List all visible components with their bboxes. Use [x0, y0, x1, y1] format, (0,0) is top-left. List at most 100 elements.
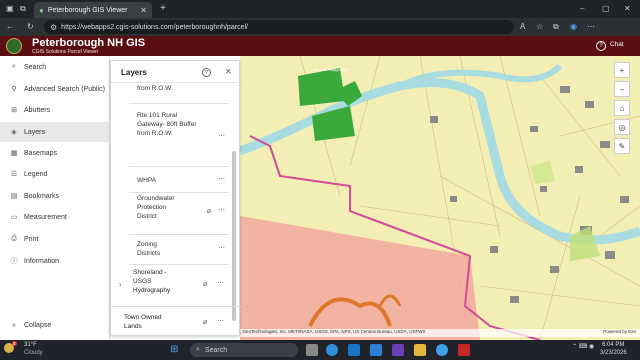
app-subtitle: CGIS Solutions Parcel Viewer — [32, 49, 99, 55]
acrobat-icon[interactable] — [458, 344, 470, 356]
locate-button[interactable]: ◎ — [614, 119, 630, 135]
file-explorer-icon[interactable] — [414, 344, 426, 356]
collections-icon[interactable]: ⧉ — [553, 22, 559, 32]
profile-icon[interactable]: ▣ — [6, 4, 14, 13]
divider — [111, 306, 241, 307]
divider — [129, 264, 229, 265]
layers-icon: ◈ — [11, 129, 17, 136]
panel-scrollbar[interactable] — [232, 151, 236, 321]
town-seal-logo — [6, 38, 22, 54]
favicon-icon: ● — [39, 5, 44, 15]
windows-start-icon[interactable]: ⊞ — [170, 344, 178, 355]
collapse-button[interactable]: «Collapse — [0, 316, 110, 334]
back-icon[interactable]: ← — [6, 22, 14, 31]
nav-item-basemaps[interactable]: ▦ Basemaps — [0, 144, 110, 162]
print-icon: ⎙ — [11, 235, 17, 242]
map-canvas[interactable]: Adams Playground — [240, 56, 640, 340]
layer-options-icon[interactable]: ⋯ — [218, 206, 225, 215]
layer-item: WHPA ⋯ — [129, 174, 229, 193]
zoom-out-button[interactable]: – — [614, 81, 630, 97]
divider — [129, 234, 229, 235]
collapse-icon: « — [12, 321, 16, 329]
grid-icon: ⊞ — [11, 107, 17, 114]
nav-item-legend[interactable]: ☰ Legend — [0, 165, 110, 183]
chrome-icon[interactable] — [436, 344, 448, 356]
tab-actions-icon[interactable]: ⧉ — [20, 4, 26, 14]
layer-group-town-owned: Town Owned Lands ⌀ ⋯ — [124, 314, 224, 330]
layers-panel: Layers ? ✕ from R.O.W. Rte 101 Rural Gat… — [110, 60, 241, 336]
clock-date[interactable]: 3/23/2026 — [600, 350, 627, 356]
help-icon[interactable]: ? — [596, 41, 606, 51]
outlook-icon[interactable] — [348, 344, 360, 356]
chat-button[interactable]: Chat — [610, 41, 624, 48]
close-panel-icon[interactable]: ✕ — [225, 67, 232, 76]
map-view[interactable]: Adams Playground — [240, 56, 640, 340]
list-icon: ☰ — [10, 171, 18, 178]
read-aloud-icon[interactable]: A — [520, 22, 525, 31]
map-tools: + – ⌂ ◎ ✎ — [614, 62, 630, 154]
layers-panel-title: Layers — [121, 68, 147, 77]
search-icon: ⌕ — [196, 346, 200, 353]
system-tray-icons[interactable]: ⌃ ⌨ ◉ — [572, 343, 594, 350]
filter-icon: ⚲ — [11, 86, 17, 93]
layer-options-icon[interactable]: ⋯ — [218, 175, 225, 184]
taskbar-search[interactable]: ⌕ Search — [190, 343, 298, 357]
draw-button[interactable]: ✎ — [614, 138, 630, 154]
notification-badge: 3 — [12, 341, 17, 346]
nav-item-advanced-search[interactable]: ⚲ Advanced Search (Public) — [0, 80, 110, 98]
reload-icon[interactable]: ↻ — [27, 22, 34, 31]
minimize-icon[interactable]: – — [580, 4, 584, 13]
info-icon: ⓘ — [10, 258, 18, 265]
layer-item: Zoning Districts ⋯ — [129, 240, 229, 265]
layer-group-shoreland: › Shoreland - USGS Hydrography ⌀ ⋯ — [119, 269, 224, 294]
nav-item-print[interactable]: ⎙ Print — [0, 230, 110, 248]
edge-icon[interactable] — [326, 344, 338, 356]
site-info-icon[interactable]: ⚙ — [50, 23, 57, 32]
sidebar-nav: ⌕ Search ⚲ Advanced Search (Public) ⊞ Abutt… — [0, 56, 110, 340]
browser-tab-bar: ▣ ⧉ ● Peterborough GIS Viewer ✕ + – ▢ ✕ — [0, 0, 640, 18]
layer-item: from R.O.W. — [129, 84, 229, 104]
layer-item: Groundwater Protection District ⌀ ⋯ — [129, 194, 229, 235]
home-button[interactable]: ⌂ — [614, 100, 630, 116]
layer-options-icon[interactable]: ⋯ — [217, 279, 224, 287]
nav-item-information[interactable]: ⓘ Information — [0, 252, 110, 270]
visibility-off-icon[interactable]: ⌀ — [203, 318, 207, 326]
nav-item-abutters[interactable]: ⊞ Abutters — [0, 101, 110, 119]
task-view-icon[interactable] — [306, 344, 318, 356]
app-header: Peterborough NH GIS CGIS Solutions Parce… — [0, 36, 640, 56]
nav-item-bookmarks[interactable]: ▤ Bookmarks — [0, 187, 110, 205]
favorite-icon[interactable]: ☆ — [536, 22, 543, 31]
help-icon[interactable]: ? — [202, 68, 211, 77]
nav-item-search[interactable]: ⌕ Search — [0, 58, 110, 76]
layer-options-icon[interactable]: ⋯ — [217, 317, 224, 325]
zoom-in-button[interactable]: + — [614, 62, 630, 78]
layers-panel-header: Layers ? ✕ — [111, 61, 241, 83]
layer-options-icon[interactable]: ⋯ — [218, 244, 225, 253]
app-title: Peterborough NH GIS — [32, 37, 146, 49]
visibility-off-icon[interactable]: ⌀ — [203, 280, 207, 288]
nav-item-measurement[interactable]: ▭ Measurement — [0, 208, 110, 226]
browser-address-bar: ← ↻ ⚙ https://webapps2.cgis-solutions.co… — [0, 18, 640, 36]
weather-temp: 31°F — [24, 342, 37, 348]
powered-by-esri[interactable]: Powered by Esri — [603, 329, 636, 334]
clock-time[interactable]: 6:04 PM — [602, 342, 624, 348]
menu-icon[interactable]: ⋯ — [587, 22, 595, 31]
basemap-icon: ▦ — [10, 150, 18, 157]
copilot-icon[interactable]: ◉ — [570, 22, 577, 31]
close-window-icon[interactable]: ✕ — [624, 4, 631, 13]
chevron-right-icon[interactable]: › — [119, 280, 122, 289]
layer-options-icon[interactable]: ⋯ — [218, 132, 225, 141]
divider — [129, 192, 229, 193]
new-tab-icon[interactable]: + — [160, 3, 166, 14]
maximize-icon[interactable]: ▢ — [602, 4, 610, 13]
nav-item-layers[interactable]: ◈ Layers — [0, 122, 110, 142]
divider — [129, 166, 229, 167]
url-field[interactable]: ⚙ https://webapps2.cgis-solutions.com/pe… — [44, 20, 514, 34]
visibility-off-icon[interactable]: ⌀ — [207, 207, 211, 216]
mail-icon[interactable] — [370, 344, 382, 356]
browser-tab[interactable]: ● Peterborough GIS Viewer ✕ — [34, 2, 152, 18]
divider — [129, 103, 229, 104]
close-tab-icon[interactable]: ✕ — [140, 6, 147, 15]
weather-condition: Cloudy — [24, 350, 43, 356]
teams-icon[interactable] — [392, 344, 404, 356]
